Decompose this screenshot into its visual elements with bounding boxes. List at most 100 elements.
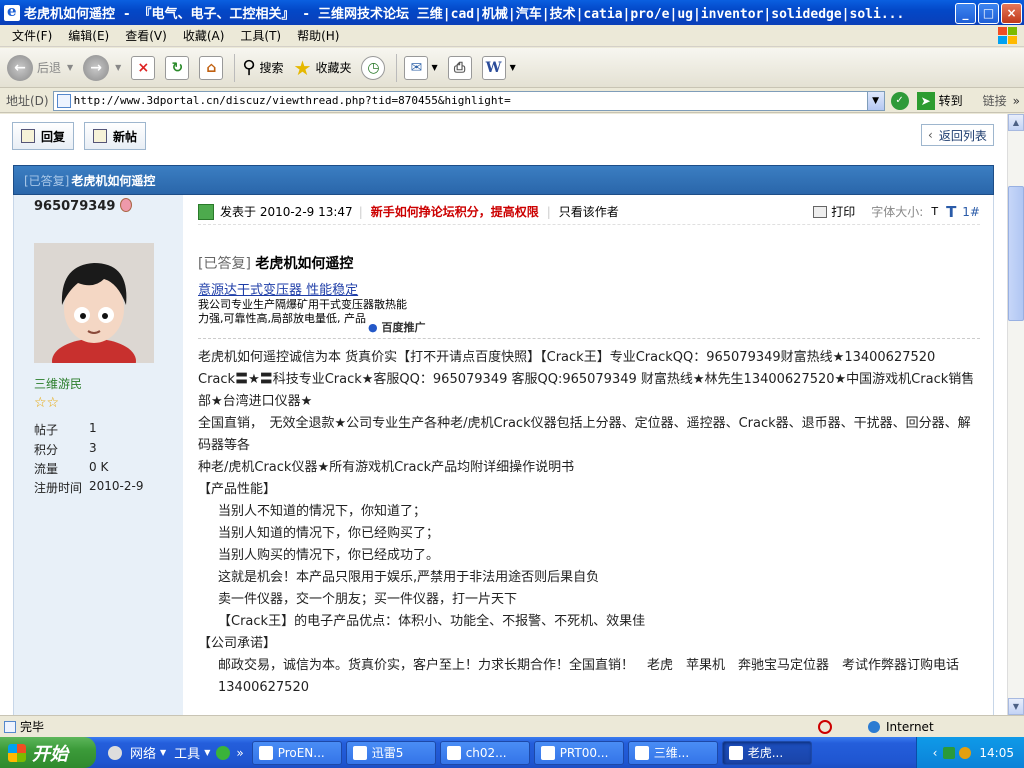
forward-button[interactable]: → ▼ [80, 51, 124, 85]
popup-blocked-icon[interactable] [818, 719, 832, 734]
divider: | [358, 204, 363, 219]
print-button[interactable]: ⎙ [445, 51, 475, 85]
forward-arrow-icon: → [83, 54, 110, 81]
ad-line: 我公司专业生产隔爆矿用干式变压器散热能 [198, 298, 407, 311]
menu-help[interactable]: 帮助(H) [289, 27, 347, 44]
refresh-globe-icon[interactable] [216, 745, 231, 760]
menu-file[interactable]: 文件(F) [4, 27, 60, 44]
print-icon [813, 205, 828, 218]
taskbar-button[interactable]: 三维... [627, 740, 718, 765]
go-button[interactable]: 转到 [939, 92, 963, 109]
avatar[interactable] [34, 243, 154, 363]
ie-icon [4, 2, 20, 21]
chevron-down-icon[interactable]: ▼ [160, 748, 166, 757]
history-button[interactable]: ◷ [358, 51, 388, 85]
scroll-up-icon[interactable]: ▲ [1008, 114, 1024, 131]
chevron-right-icon[interactable]: » [236, 746, 243, 760]
taskbar-label: 三维... [653, 746, 690, 760]
links-toolbar[interactable]: 链接 [983, 92, 1007, 109]
go-arrow-icon[interactable]: ➤ [916, 91, 935, 110]
taskbar-button[interactable]: PRT00... [533, 740, 624, 765]
history-icon: ◷ [361, 55, 386, 80]
post-paragraph: 【公司承诺】 [198, 636, 277, 651]
refresh-button[interactable]: ↻ [162, 51, 192, 85]
clock[interactable]: 14:05 [979, 746, 1014, 760]
status-bar: 完毕 Internet [0, 715, 1024, 737]
stop-icon: × [131, 55, 156, 80]
shield-tray-icon[interactable] [943, 746, 956, 759]
address-dropdown-icon[interactable]: ▼ [866, 91, 884, 110]
reply-label: 回复 [41, 129, 66, 144]
close-button[interactable]: × [1001, 3, 1022, 24]
ad-link[interactable]: 意源达干式变压器 性能稳定 [198, 279, 980, 298]
new-thread-button[interactable]: 新帖 [84, 122, 147, 150]
network-tray-icon[interactable] [959, 746, 972, 759]
back-button[interactable]: ← 后退 ▼ [4, 51, 76, 85]
font-large-button[interactable]: T [946, 203, 956, 221]
scroll-thumb[interactable] [1008, 186, 1024, 321]
new-thread-icon [93, 129, 108, 143]
security-shield-icon[interactable]: ✓ [890, 91, 909, 110]
address-url[interactable]: http://www.3dportal.cn/discuz/viewthread… [74, 94, 511, 107]
stat-value: 2010-2-9 [89, 479, 144, 493]
edit-dropdown-icon[interactable]: ▼ [510, 63, 516, 72]
page-icon [56, 93, 71, 108]
thread-tag: [已答复] [24, 173, 70, 188]
print-label: 打印 [831, 205, 856, 219]
paw-icon: ● [368, 321, 378, 334]
status-text: 完毕 [20, 720, 45, 734]
home-button[interactable]: ⌂ [196, 51, 226, 85]
floor-number[interactable]: 1# [962, 205, 980, 219]
windows-logo-icon [994, 26, 1020, 46]
address-input[interactable]: http://www.3dportal.cn/discuz/viewthread… [52, 90, 885, 111]
print-link[interactable]: 打印 [813, 203, 855, 220]
chevron-down-icon[interactable]: ▼ [204, 748, 210, 757]
menu-edit[interactable]: 编辑(E) [60, 27, 117, 44]
taskbar-button[interactable]: 迅雷5 [345, 740, 436, 765]
maximize-button[interactable]: □ [978, 3, 999, 24]
notice-link[interactable]: 新手如何挣论坛积分，提高权限 [371, 203, 539, 220]
stop-button[interactable]: × [128, 51, 158, 85]
menu-bar: 文件(F) 编辑(E) 查看(V) 收藏(A) 工具(T) 帮助(H) [0, 25, 1024, 47]
back-to-list-button[interactable]: ‹ 返回列表 [921, 124, 994, 146]
scroll-down-icon[interactable]: ▼ [1008, 698, 1024, 715]
mail-dropdown-icon[interactable]: ▼ [431, 63, 437, 72]
app-icon [446, 745, 461, 760]
quicklaunch-network[interactable]: 网络 [130, 743, 156, 762]
vertical-scrollbar[interactable]: ▲ ▼ [1007, 114, 1024, 715]
minimize-button[interactable]: _ [955, 3, 976, 24]
printer-icon: ⎙ [447, 55, 472, 80]
mail-button[interactable]: ✉ ▼ [401, 51, 440, 85]
menu-favorites[interactable]: 收藏(A) [175, 27, 233, 44]
back-dropdown-icon[interactable]: ▼ [67, 63, 73, 72]
title-bar[interactable]: 老虎机如何遥控 - 『电气、电子、工控相关』 - 三维网技术论坛 三维|cad|… [0, 0, 1024, 25]
security-zone[interactable]: Internet [868, 720, 934, 734]
menu-tools[interactable]: 工具(T) [232, 27, 289, 44]
user-title: 三维游民 [34, 377, 83, 391]
forward-dropdown-icon[interactable]: ▼ [115, 63, 121, 72]
baidu-promo-label[interactable]: ● 百度推广 [368, 319, 425, 335]
edit-button[interactable]: W ▼ [479, 51, 519, 85]
ie-quicklaunch-icon[interactable] [108, 745, 122, 760]
taskbar-label: PRT00... [559, 745, 609, 760]
quicklaunch-tools[interactable]: 工具 [174, 743, 200, 762]
search-button[interactable]: ⚲ 搜索 [239, 51, 286, 85]
taskbar-button[interactable]: ch02... [439, 740, 530, 765]
reply-button[interactable]: 回复 [12, 122, 75, 150]
favorites-button[interactable]: ★ 收藏夹 [291, 51, 355, 85]
taskbar-button[interactable]: ProEN... [251, 740, 342, 765]
chevron-right-icon[interactable]: » [1013, 94, 1020, 108]
tray-arrow-icon[interactable]: ‹ [933, 746, 938, 760]
taskbar-label: 迅雷5 [371, 746, 404, 760]
font-small-button[interactable]: T [931, 205, 938, 218]
author-only-link[interactable]: 只看该作者 [559, 203, 619, 220]
username[interactable]: 965079349 [34, 199, 115, 214]
baidu-promo-text: 百度推广 [381, 321, 426, 334]
page-content[interactable]: 回复 新帖 ‹ 返回列表 [已答复] 老虎机如何遥控 965079349 三维游… [0, 114, 1007, 715]
stat-value: 3 [89, 441, 97, 455]
app-icon [634, 745, 649, 760]
start-button[interactable]: 开始 [0, 737, 96, 768]
taskbar-button[interactable]: 老虎... [721, 740, 812, 765]
menu-view[interactable]: 查看(V) [117, 27, 175, 44]
star-icon: ★ [293, 55, 312, 80]
